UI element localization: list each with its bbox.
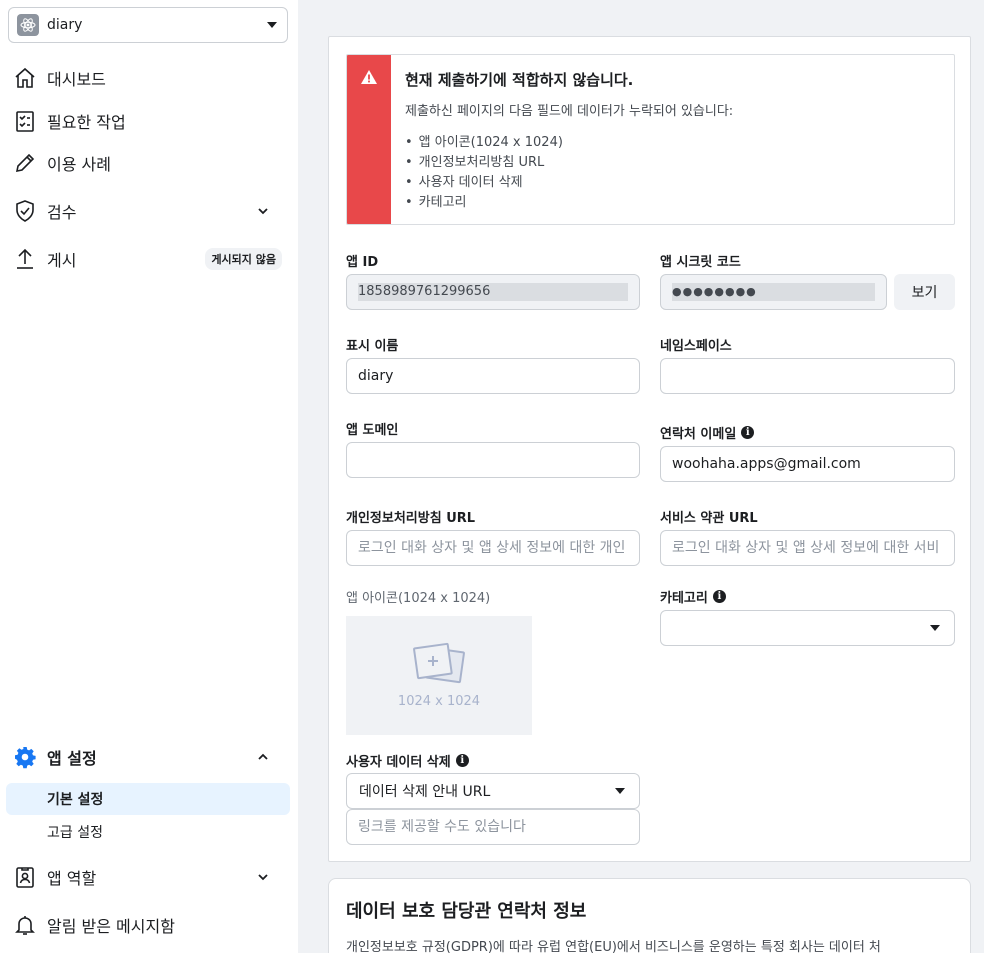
display-name-label: 표시 이름 <box>346 339 399 354</box>
app-domain-label: 앱 도메인 <box>346 423 399 438</box>
terms-url-label: 서비스 약관 URL <box>660 511 758 526</box>
data-deletion-url-field[interactable] <box>346 809 640 845</box>
nav-dashboard[interactable]: 대시보드 <box>12 58 290 98</box>
app-name: diary <box>47 17 83 33</box>
dpo-description: 개인정보보호 규정(GDPR)에 따라 유럽 연합(EU)에서 비즈니스를 운영… <box>346 940 881 953</box>
nav-label: 알림 받은 메시지함 <box>47 917 175 936</box>
basic-settings-card: 현재 제출하기에 적합하지 않습니다. 제출하신 페이지의 다음 필드에 데이터… <box>328 36 971 862</box>
category-label-text: 카테고리 <box>660 591 708 606</box>
warning-icon <box>361 70 377 84</box>
alert-strip <box>347 55 391 224</box>
category-select[interactable] <box>660 610 955 646</box>
info-icon[interactable]: i <box>455 754 469 767</box>
app-id-field[interactable]: 1858989761299656 <box>346 274 640 310</box>
bell-icon <box>12 912 38 938</box>
info-icon[interactable]: i <box>741 426 755 439</box>
category-label: 카테고리 i <box>660 587 726 606</box>
data-deletion-label-text: 사용자 데이터 삭제 <box>346 755 451 770</box>
id-badge-icon <box>12 864 38 890</box>
app-id-label: 앱 ID <box>346 255 379 270</box>
data-deletion-type-value: 데이터 삭제 안내 URL <box>359 784 491 800</box>
chevron-up-icon <box>258 753 268 760</box>
dpo-contact-card: 데이터 보호 담당관 연락처 정보 개인정보보호 규정(GDPR)에 따라 유럽… <box>328 878 971 953</box>
nav-label: 검수 <box>47 203 77 222</box>
nav-label: 대시보드 <box>47 70 106 89</box>
namespace-label: 네임스페이스 <box>660 339 732 354</box>
app-id-value: 1858989761299656 <box>358 283 628 301</box>
contact-email-label: 연락처 이메일 i <box>660 423 755 442</box>
info-icon[interactable]: i <box>712 590 726 603</box>
image-upload-icon <box>413 642 465 684</box>
list-item: 카테고리 <box>405 193 733 213</box>
display-name-field[interactable] <box>346 358 640 394</box>
privacy-url-label: 개인정보처리방침 URL <box>346 511 476 526</box>
nav-review[interactable]: 검수 <box>12 191 290 231</box>
clipboard-check-icon <box>12 108 38 134</box>
chevron-down-icon <box>258 874 268 881</box>
nav-label: 앱 역할 <box>47 869 97 888</box>
nav-required-actions[interactable]: 필요한 작업 <box>12 101 290 141</box>
list-item: 앱 아이콘(1024 x 1024) <box>405 133 733 153</box>
nav-label: 이용 사례 <box>47 155 111 174</box>
chevron-down-icon <box>258 208 268 215</box>
gear-icon <box>12 744 38 770</box>
nav-label: 필요한 작업 <box>47 113 126 132</box>
app-icon-upload[interactable]: 1024 x 1024 <box>346 616 532 735</box>
list-item: 개인정보처리방침 URL <box>405 153 733 173</box>
caret-down-icon <box>267 22 277 28</box>
app-icon-label: 앱 아이콘(1024 x 1024) <box>346 591 491 606</box>
contact-email-label-text: 연락처 이메일 <box>660 427 737 442</box>
app-secret-value: ●●●●●●●● <box>672 283 875 301</box>
missing-fields-list: 앱 아이콘(1024 x 1024) 개인정보처리방침 URL 사용자 데이터 … <box>405 133 733 213</box>
app-secret-label: 앱 시크릿 코드 <box>660 255 741 270</box>
sidebar-item-advanced-settings[interactable]: 고급 설정 <box>6 816 290 848</box>
alert-title: 현재 제출하기에 적합하지 않습니다. <box>405 71 634 89</box>
nav-label: 게시 <box>47 251 77 270</box>
nav-use-cases[interactable]: 이용 사례 <box>12 143 290 183</box>
data-deletion-label: 사용자 데이터 삭제 i <box>346 751 469 770</box>
list-item: 사용자 데이터 삭제 <box>405 173 733 193</box>
alert-body: 현재 제출하기에 적합하지 않습니다. 제출하신 페이지의 다음 필드에 데이터… <box>391 55 747 224</box>
app-switcher[interactable]: diary <box>8 7 288 43</box>
data-deletion-type-select[interactable]: 데이터 삭제 안내 URL <box>346 773 640 809</box>
sidebar: diary 대시보드 필요한 작업 이용 사례 검수 게시 게시되지 않음 앱 … <box>0 0 298 953</box>
status-badge: 게시되지 않음 <box>205 248 282 270</box>
upload-icon <box>12 246 38 272</box>
contact-email-field[interactable] <box>660 446 955 482</box>
caret-down-icon <box>615 788 625 794</box>
icon-dimensions: 1024 x 1024 <box>397 694 481 709</box>
nav-notifications[interactable]: 알림 받은 메시지함 <box>12 905 290 945</box>
nav-app-roles[interactable]: 앱 역할 <box>12 857 290 897</box>
nav-publish[interactable]: 게시 게시되지 않음 <box>12 239 290 279</box>
alert-description: 제출하신 페이지의 다음 필드에 데이터가 누락되어 있습니다: <box>405 104 734 119</box>
home-icon <box>12 65 38 91</box>
app-atom-icon <box>17 14 39 36</box>
app-secret-field[interactable]: ●●●●●●●● <box>660 274 887 310</box>
app-domain-field[interactable] <box>346 442 640 478</box>
sidebar-item-basic-settings[interactable]: 기본 설정 <box>6 783 290 815</box>
dpo-title: 데이터 보호 담당관 연락처 정보 <box>346 901 587 922</box>
submission-alert: 현재 제출하기에 적합하지 않습니다. 제출하신 페이지의 다음 필드에 데이터… <box>346 54 955 225</box>
shield-check-icon <box>12 198 38 224</box>
pencil-icon <box>12 150 38 176</box>
terms-url-field[interactable] <box>660 530 955 566</box>
nav-label: 앱 설정 <box>47 749 97 768</box>
nav-app-settings[interactable]: 앱 설정 <box>12 737 290 777</box>
show-secret-button[interactable]: 보기 <box>894 274 955 310</box>
namespace-field[interactable] <box>660 358 955 394</box>
caret-down-icon <box>930 625 940 631</box>
privacy-url-field[interactable] <box>346 530 640 566</box>
